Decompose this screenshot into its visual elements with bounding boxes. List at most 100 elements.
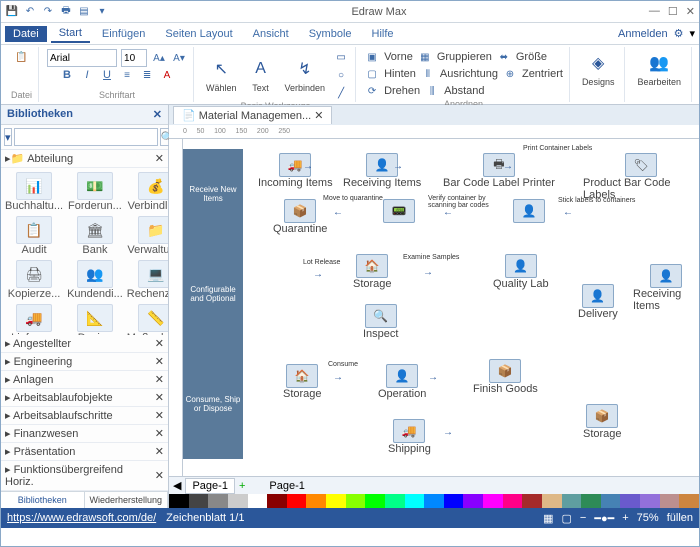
node-storage1[interactable]: 🏠Storage — [353, 254, 392, 290]
qat-redo-icon[interactable]: ↷ — [41, 5, 55, 19]
tab-help[interactable]: Hilfe — [364, 26, 402, 42]
document-tab[interactable]: 📄Material Managemen...✕ — [173, 106, 332, 124]
color-swatch[interactable] — [287, 494, 307, 508]
library-category-row[interactable]: ▸ Anlagen✕ — [1, 371, 168, 389]
library-shape[interactable]: 📁Verwaltun... — [127, 216, 168, 256]
node-storage2[interactable]: 🏠Storage — [283, 364, 322, 400]
library-category-row[interactable]: ▸ Arbeitsablaufschritte✕ — [1, 407, 168, 425]
login-link[interactable]: Anmelden — [618, 28, 668, 40]
node-storage3[interactable]: 📦Storage — [583, 404, 622, 440]
qat-dropdown-icon[interactable]: ▾ — [95, 5, 109, 19]
color-swatch[interactable] — [267, 494, 287, 508]
font-grow-icon[interactable]: A▴ — [151, 50, 167, 66]
node-shipping[interactable]: 🚚Shipping — [388, 419, 431, 455]
close-icon[interactable]: ✕ — [686, 5, 695, 18]
size-icon[interactable]: ⬌ — [496, 49, 512, 65]
zoom-out-icon[interactable]: − — [580, 512, 586, 524]
view-page-icon[interactable]: ▢ — [562, 512, 572, 525]
qat-undo-icon[interactable]: ↶ — [23, 5, 37, 19]
library-shape[interactable]: 💰Verbindlic... — [127, 172, 168, 212]
library-shape[interactable]: 🚚Lieferung — [5, 304, 63, 335]
view-normal-icon[interactable]: ▦ — [543, 512, 553, 525]
library-shape[interactable]: 📏Maßnahm... — [127, 304, 168, 335]
color-swatch[interactable] — [424, 494, 444, 508]
gear-icon[interactable]: ⚙ — [674, 27, 684, 40]
library-filter-icon[interactable]: ▾ — [4, 128, 12, 146]
color-swatch[interactable] — [385, 494, 405, 508]
library-category-row[interactable]: ▸ Engineering✕ — [1, 353, 168, 371]
tab-insert[interactable]: Einfügen — [94, 26, 153, 42]
color-swatch[interactable] — [444, 494, 464, 508]
maximize-icon[interactable]: ☐ — [668, 5, 678, 18]
distribute-icon[interactable]: ⫼ — [424, 83, 440, 99]
color-swatch[interactable] — [189, 494, 209, 508]
color-swatch[interactable] — [562, 494, 582, 508]
library-close-icon[interactable]: ✕ — [153, 108, 162, 121]
tab-start[interactable]: Start — [51, 25, 90, 43]
zoom-slider[interactable]: ━●━ — [594, 512, 614, 525]
node-labels[interactable]: 🏷Product Bar Code Labels — [583, 153, 699, 201]
node-quarantine[interactable]: 📦Quarantine — [273, 199, 327, 235]
libtab-libraries[interactable]: Bibliotheken — [1, 492, 85, 508]
library-category-row[interactable]: ▸ Arbeitsablaufobjekte✕ — [1, 389, 168, 407]
node-qualitylab[interactable]: 👤Quality Lab — [493, 254, 549, 290]
color-swatch[interactable] — [248, 494, 268, 508]
node-incoming[interactable]: 🚚Incoming Items — [258, 153, 333, 189]
library-category-row[interactable]: ▸ Präsentation✕ — [1, 443, 168, 461]
font-size-input[interactable] — [121, 49, 147, 67]
qat-save-icon[interactable]: 💾 — [5, 5, 19, 19]
bold-button[interactable]: B — [59, 67, 75, 83]
group-icon[interactable]: ▦ — [417, 49, 433, 65]
status-url[interactable]: https://www.edrawsoft.com/de/ — [7, 512, 156, 524]
page-tab[interactable]: Page-1 — [185, 478, 234, 494]
shape-line-icon[interactable]: ╱ — [333, 85, 349, 101]
page-add-icon[interactable]: + — [239, 480, 245, 492]
library-shape[interactable]: 👥Kundendi... — [67, 260, 123, 300]
tab-layout[interactable]: Seiten Layout — [157, 26, 240, 42]
page-tab-alt[interactable]: Page-1 — [269, 480, 304, 492]
node-receiving2[interactable]: 👤Receiving Items — [633, 264, 699, 312]
node-operation[interactable]: 👤Operation — [378, 364, 426, 400]
align-icon[interactable]: ≣ — [139, 67, 155, 83]
canvas-page[interactable]: Receive New Items Configurable and Optio… — [183, 139, 699, 476]
color-swatch[interactable] — [679, 494, 699, 508]
color-swatch[interactable] — [346, 494, 366, 508]
align-tool-icon[interactable]: ⫴ — [420, 66, 436, 82]
library-category[interactable]: ▸📁Abteilung✕ — [1, 150, 168, 168]
text-tool[interactable]: AText — [245, 55, 277, 95]
library-shape[interactable]: 💵Forderun... — [67, 172, 123, 212]
color-palette[interactable] — [169, 494, 699, 508]
color-swatch[interactable] — [169, 494, 189, 508]
italic-button[interactable]: I — [79, 67, 95, 83]
color-swatch[interactable] — [660, 494, 680, 508]
library-category-row[interactable]: ▸ Angestellter✕ — [1, 335, 168, 353]
center-icon[interactable]: ⊕ — [502, 66, 518, 82]
library-category-row[interactable]: ▸ Finanzwesen✕ — [1, 425, 168, 443]
page-nav-prev[interactable]: ◀ — [173, 479, 181, 492]
color-swatch[interactable] — [542, 494, 562, 508]
qat-preview-icon[interactable]: ▤ — [77, 5, 91, 19]
font-shrink-icon[interactable]: A▾ — [171, 50, 187, 66]
edit-button[interactable]: 👥Bearbeiten — [633, 49, 685, 89]
color-swatch[interactable] — [522, 494, 542, 508]
color-swatch[interactable] — [306, 494, 326, 508]
shape-circle-icon[interactable]: ○ — [333, 67, 349, 83]
color-swatch[interactable] — [365, 494, 385, 508]
node-receiving[interactable]: 👤Receiving Items — [343, 153, 421, 189]
libtab-restore[interactable]: Wiederherstellung — [85, 492, 169, 508]
paste-icon[interactable]: 📋 — [14, 49, 30, 65]
color-swatch[interactable] — [228, 494, 248, 508]
color-swatch[interactable] — [640, 494, 660, 508]
color-swatch[interactable] — [483, 494, 503, 508]
rotate-icon[interactable]: ⟳ — [364, 83, 380, 99]
library-shape[interactable]: 🏛Bank — [67, 216, 123, 256]
color-swatch[interactable] — [208, 494, 228, 508]
node-finish[interactable]: 📦Finish Goods — [473, 359, 538, 395]
font-name-input[interactable] — [47, 49, 117, 67]
node-inspect[interactable]: 🔍Inspect — [363, 304, 398, 340]
qat-print-icon[interactable]: 🖶 — [59, 5, 73, 19]
color-swatch[interactable] — [326, 494, 346, 508]
color-swatch[interactable] — [405, 494, 425, 508]
zoom-fit[interactable]: füllen — [667, 512, 693, 524]
underline-button[interactable]: U — [99, 67, 115, 83]
